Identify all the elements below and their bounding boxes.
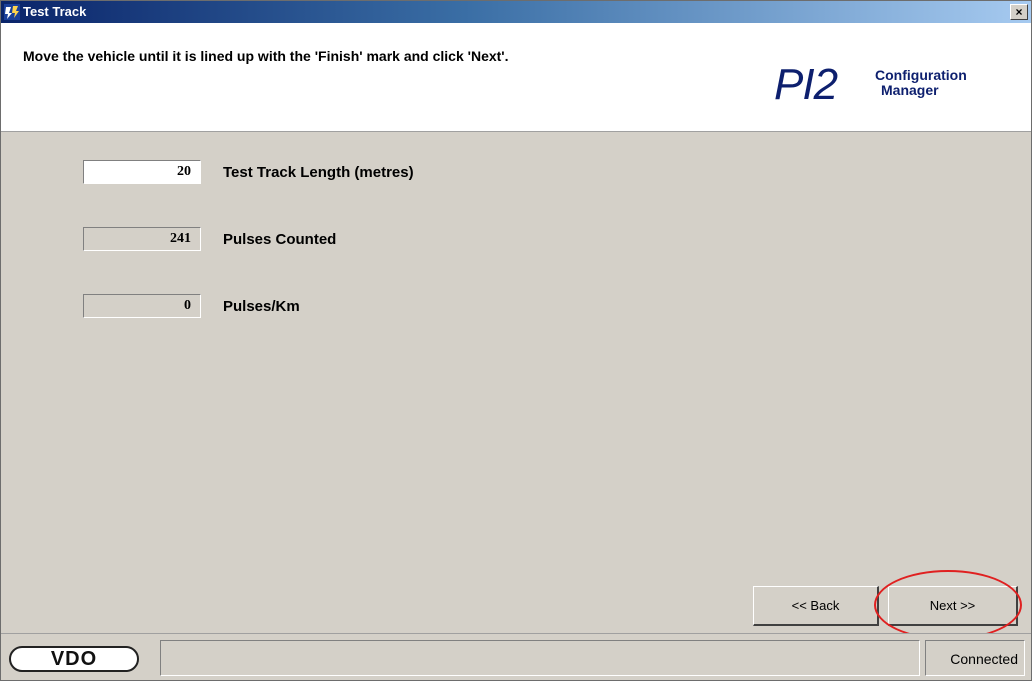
logo-subtitle: Configuration Manager	[875, 68, 967, 98]
vdo-logo: VDO	[9, 646, 139, 672]
pulses-per-km-field: 0	[83, 294, 201, 318]
status-bar: VDO Connected	[1, 633, 1031, 680]
close-icon: ×	[1015, 5, 1023, 19]
pulses-counted-field: 241	[83, 227, 201, 251]
next-highlight-circle	[874, 570, 1022, 640]
logo-subtitle-line1: Configuration	[875, 67, 967, 83]
test-track-window: Test Track × Move the vehicle until it i…	[0, 0, 1032, 681]
pulses-per-km-label: Pulses/Km	[223, 298, 300, 315]
window-title: Test Track	[23, 4, 87, 19]
back-button[interactable]: << Back	[753, 586, 879, 626]
instruction-text: Move the vehicle until it is lined up wi…	[23, 48, 509, 64]
connection-status-panel: Connected	[925, 640, 1025, 676]
title-bar[interactable]: Test Track ×	[1, 1, 1031, 23]
status-panel-empty	[160, 640, 920, 676]
close-button[interactable]: ×	[1010, 4, 1028, 20]
test-track-length-label: Test Track Length (metres)	[223, 164, 414, 181]
logo-subtitle-line2: Manager	[881, 82, 939, 98]
connection-status: Connected	[950, 651, 1018, 667]
test-track-length-input[interactable]: 20	[83, 160, 201, 184]
pulses-counted-label: Pulses Counted	[223, 231, 337, 248]
app-icon	[4, 4, 20, 20]
header-panel: Move the vehicle until it is lined up wi…	[1, 23, 1031, 132]
pi2-logo: PI2	[774, 60, 838, 109]
